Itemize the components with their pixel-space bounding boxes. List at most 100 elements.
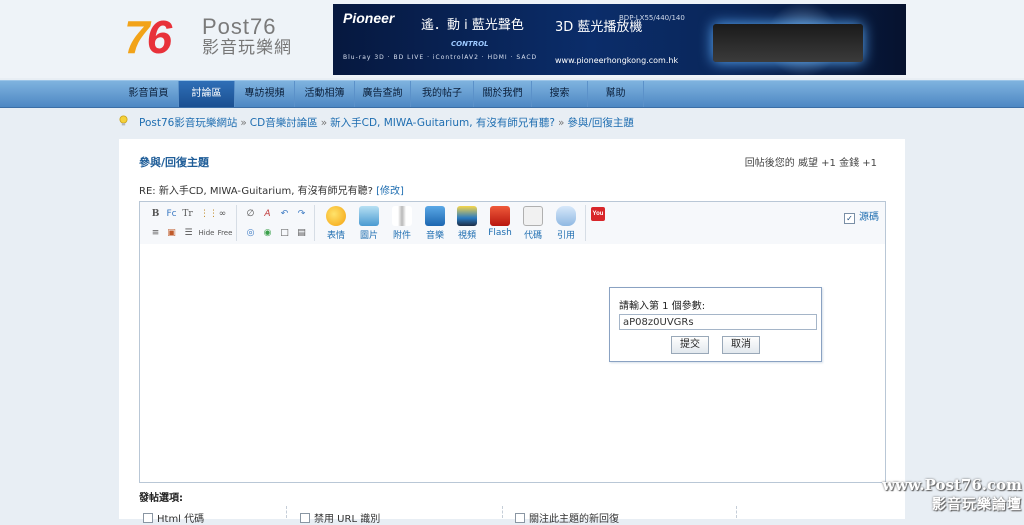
banner-format-logos: Blu-ray 3D · BD LIVE · iControlAV2 · HDM… [343, 54, 538, 61]
unlink-icon[interactable]: ∅ [245, 209, 256, 220]
undo-icon[interactable]: ↶ [279, 209, 290, 220]
nav-search[interactable]: 搜索 [532, 81, 588, 107]
nav-help[interactable]: 幫助 [588, 81, 644, 107]
list-icon[interactable]: ☰ [183, 228, 194, 239]
free-icon[interactable]: Free [217, 228, 233, 239]
smiley-icon [326, 206, 346, 226]
insert-image-icon[interactable]: ▣ [166, 228, 177, 239]
bluray-player-image [713, 24, 863, 62]
flash-label: Flash [488, 228, 512, 238]
source-toggle[interactable]: ✓ 源碼 [844, 208, 879, 224]
logo-subtitle: 影音玩樂網 [202, 38, 292, 58]
hide-icon[interactable]: Hide [198, 228, 215, 239]
option-divider [502, 506, 503, 518]
link-icon[interactable]: ∞ [217, 209, 228, 220]
quote-bubble-icon [556, 206, 576, 226]
watermark-url: www.Post76.com [882, 476, 1022, 494]
music-button[interactable]: 音樂 [420, 206, 450, 241]
post-editor[interactable]: B Fc Tr ⋮⋮ ∞ ∅ A ↶ ↷ ≡ ▣ ☰ Hide Free ◎ ◉… [139, 201, 886, 483]
logo-post-text: Post76 [202, 14, 277, 39]
breadcrumb-forum[interactable]: CD音樂討論區 [250, 117, 318, 129]
source-checkbox[interactable]: ✓ [844, 213, 855, 224]
main-nav: 影音首頁 討論區 專訪視頻 活動相簿 廣告查詢 我的帖子 關於我們 搜索 幫助 [0, 80, 1024, 108]
post-options-heading: 發帖選項: [139, 493, 183, 504]
attachment-button[interactable]: 附件 [387, 206, 417, 241]
watermark-title: 影音玩樂論壇 [932, 497, 1022, 513]
emoticon-button[interactable]: 表情 [321, 206, 351, 241]
breadcrumb-sep: » [557, 117, 565, 129]
cancel-button[interactable]: 取消 [722, 336, 760, 354]
breadcrumb-site[interactable]: Post76影音玩樂網站 [139, 117, 237, 129]
page-break-icon[interactable]: ▤ [296, 228, 307, 239]
param-input[interactable] [619, 314, 817, 330]
option-label: Html 代碼 [157, 514, 205, 525]
submit-button[interactable]: 提交 [671, 336, 709, 354]
banner-url: www.pioneerhongkong.com.hk [555, 56, 679, 65]
flash-icon [490, 206, 510, 226]
nav-ads[interactable]: 廣告查詢 [355, 81, 411, 107]
option-divider [286, 506, 287, 518]
attachment-label: 附件 [392, 231, 411, 241]
option-divider [736, 506, 737, 518]
image-button[interactable]: 圖片 [354, 206, 384, 241]
header: 76 Post76 影音玩樂網 Pioneer 遙．動 i 藍光聲色 CONTR… [0, 0, 1024, 78]
option-follow-replies[interactable]: 關注此主題的新回復 [515, 510, 619, 525]
table-icon[interactable]: ⋮⋮ [200, 209, 218, 220]
video-label: 視頻 [457, 231, 476, 241]
pioneer-ad-banner[interactable]: Pioneer 遙．動 i 藍光聲色 CONTROL BDP-LX55/440/… [333, 4, 906, 75]
quote-button[interactable]: 引用 [551, 206, 581, 241]
option-label: 禁用 URL 識別 [314, 514, 381, 525]
emoticon-label: 表情 [326, 231, 345, 241]
source-label: 源碼 [859, 212, 879, 223]
remove-format-icon[interactable]: A [262, 209, 273, 220]
font-color-icon[interactable]: Fc [166, 209, 177, 220]
redo-icon[interactable]: ↷ [296, 209, 307, 220]
insert-media-icon[interactable]: ◎ [245, 228, 256, 239]
option-checkbox[interactable] [143, 513, 153, 523]
breadcrumb-sep: » [240, 117, 247, 129]
breadcrumb-current: 參與/回復主題 [567, 117, 634, 129]
youtube-param-dialog: 請輸入第 1 個參數: 提交 取消 [609, 287, 822, 362]
globe-icon[interactable]: ◉ [262, 228, 273, 239]
nav-forum[interactable]: 討論區 [179, 81, 235, 107]
video-icon [457, 206, 477, 226]
lightbulb-icon [119, 115, 128, 126]
breadcrumb-thread[interactable]: 新入手CD, MIWA-Guitarium, 有沒有師兄有聽? [330, 117, 555, 129]
page-title: 參與/回復主題 [139, 156, 210, 169]
option-checkbox[interactable] [300, 513, 310, 523]
nav-home[interactable]: 影音首頁 [119, 81, 179, 107]
subject-text: RE: 新入手CD, MIWA-Guitarium, 有沒有師兄有聽? [139, 186, 373, 197]
quote-label: 引用 [556, 231, 575, 241]
reply-subject: RE: 新入手CD, MIWA-Guitarium, 有沒有師兄有聽? [修改] [139, 182, 404, 197]
nav-my-posts[interactable]: 我的帖子 [411, 81, 474, 107]
nav-albums[interactable]: 活動相簿 [295, 81, 355, 107]
site-logo[interactable]: 76 Post76 影音玩樂網 [124, 14, 304, 62]
option-checkbox[interactable] [515, 513, 525, 523]
music-note-icon [425, 206, 445, 226]
reply-panel: 參與/回復主題 回帖後您的 威望 +1 金錢 +1 RE: 新入手CD, MIW… [119, 139, 905, 525]
font-size-icon[interactable]: Tr [182, 209, 193, 220]
bold-icon[interactable]: B [150, 209, 161, 220]
align-icon[interactable]: ≡ [150, 228, 161, 239]
video-button[interactable]: 視頻 [452, 206, 482, 241]
credit-info: 回帖後您的 威望 +1 金錢 +1 [744, 158, 877, 169]
nav-about[interactable]: 關於我們 [474, 81, 532, 107]
code-label: 代碼 [523, 231, 542, 241]
banner-brand: Pioneer [343, 10, 395, 26]
music-label: 音樂 [425, 231, 444, 241]
image-label: 圖片 [359, 231, 378, 241]
page-icon[interactable]: □ [279, 228, 290, 239]
option-label: 關注此主題的新回復 [529, 514, 619, 525]
flash-button[interactable]: Flash [485, 206, 515, 238]
code-button[interactable]: 代碼 [518, 206, 548, 241]
option-disable-url[interactable]: 禁用 URL 識別 [300, 510, 380, 525]
code-icon [523, 206, 543, 226]
editor-toolbar: B Fc Tr ⋮⋮ ∞ ∅ A ↶ ↷ ≡ ▣ ☰ Hide Free ◎ ◉… [140, 202, 885, 244]
logo-number: 76 [124, 11, 172, 63]
nav-interviews[interactable]: 專訪視頻 [235, 81, 295, 107]
edit-subject-link[interactable]: [修改] [376, 186, 404, 197]
youtube-icon[interactable]: You [591, 207, 605, 221]
option-html-code[interactable]: Html 代碼 [143, 510, 204, 525]
toolbar-separator [314, 205, 315, 241]
breadcrumb-sep: » [320, 117, 328, 129]
